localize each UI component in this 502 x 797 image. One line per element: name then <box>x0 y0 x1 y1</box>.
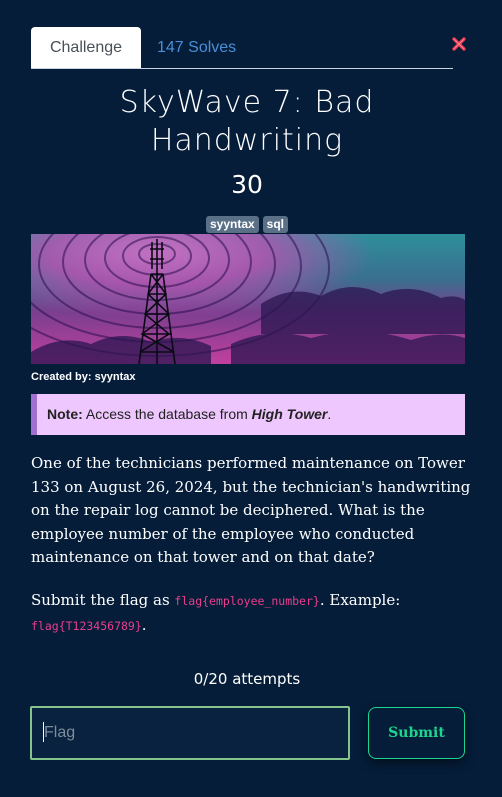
submit-prefix: Submit the flag as <box>31 591 175 609</box>
submit-button[interactable]: Submit <box>368 707 465 759</box>
flag-format-code: flag{employee_number} <box>174 594 320 608</box>
note-label: Note: <box>47 406 83 422</box>
challenge-title: SkyWave 7: Bad Handwriting <box>119 85 375 158</box>
text-caret <box>43 722 44 742</box>
flag-input[interactable] <box>30 706 350 760</box>
submit-instructions: Submit the flag as flag{employee_number}… <box>31 589 471 638</box>
submit-middle: . Example: <box>319 591 401 609</box>
tag-list: syyntax sql <box>0 216 494 233</box>
close-icon[interactable] <box>451 36 467 52</box>
flag-example-code: flag{T123456789} <box>31 618 142 633</box>
tab-challenge[interactable]: Challenge <box>31 27 141 68</box>
tag-badge: sql <box>262 216 289 233</box>
submit-suffix: . <box>141 615 147 634</box>
challenge-points: 30 <box>231 170 263 199</box>
challenge-banner-image <box>31 234 465 364</box>
scrollbar[interactable] <box>494 0 502 797</box>
tab-solves[interactable]: 147 Solves <box>157 27 236 68</box>
tag-badge: syyntax <box>205 216 259 233</box>
note-text: Access the database from <box>85 406 252 422</box>
note-callout: Note: Access the database from High Towe… <box>31 394 465 435</box>
attempts-counter: 0/20 attempts <box>193 670 301 688</box>
challenge-modal: Challenge 147 Solves SkyWave 7: Bad Hand… <box>0 0 502 797</box>
note-emphasis: High Tower <box>251 406 328 422</box>
challenge-creator: Created by: syyntax <box>31 371 136 383</box>
note-text-end: . <box>327 406 332 422</box>
challenge-description: One of the technicians performed mainten… <box>31 454 471 566</box>
challenge-tabs: Challenge 147 Solves <box>31 27 453 69</box>
